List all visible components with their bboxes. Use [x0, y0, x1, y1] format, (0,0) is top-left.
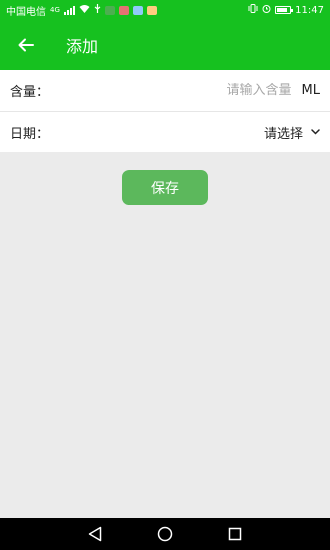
status-right: 11:47	[248, 4, 324, 16]
date-select[interactable]: 请选择	[264, 123, 320, 142]
back-button[interactable]	[0, 20, 52, 70]
wifi-icon	[79, 4, 90, 16]
amount-input[interactable]	[141, 83, 292, 98]
status-bar: 中国电信 4G 11:47	[0, 0, 330, 20]
signal-icon	[63, 5, 75, 15]
app-notification-icon	[118, 5, 129, 15]
amount-input-group: ML	[141, 83, 320, 98]
status-time: 11:47	[295, 4, 324, 16]
alarm-icon	[262, 4, 271, 16]
app-notification-icon	[104, 5, 115, 15]
app-screen: 中国电信 4G 11:47 添加 含量： 请输入含量 ML 日期： 请选择 保存	[0, 0, 330, 550]
save-button[interactable]: 保存	[122, 170, 208, 205]
add-form: 含量： ML 日期： 请选择	[0, 70, 330, 152]
nav-recents-button[interactable]	[223, 522, 247, 546]
date-row[interactable]: 日期： 请选择	[0, 111, 330, 152]
usb-icon	[94, 4, 101, 16]
page-title: 添加	[66, 37, 99, 56]
app-notification-icon	[132, 5, 143, 15]
chevron-down-icon	[311, 129, 320, 135]
app-notification-icon	[146, 5, 157, 15]
amount-unit: ML	[301, 83, 320, 98]
battery-icon	[275, 6, 294, 14]
amount-row: 含量： ML	[0, 70, 330, 111]
home-circle-icon	[157, 526, 173, 542]
amount-label: 含量：	[10, 85, 50, 100]
back-triangle-icon	[88, 526, 102, 542]
status-left: 中国电信 4G	[6, 3, 157, 18]
nav-home-button[interactable]	[153, 522, 177, 546]
date-select-value: 请选择	[263, 126, 303, 142]
system-nav-bar	[0, 518, 330, 550]
nav-back-button[interactable]	[83, 522, 107, 546]
vibrate-icon	[248, 4, 258, 16]
arrow-left-icon	[18, 38, 34, 52]
app-header: 添加	[0, 20, 330, 70]
network-type-label: 4G	[50, 6, 60, 14]
date-label: 日期：	[10, 126, 50, 142]
recents-square-icon	[228, 527, 242, 541]
carrier-label: 中国电信	[6, 6, 46, 18]
